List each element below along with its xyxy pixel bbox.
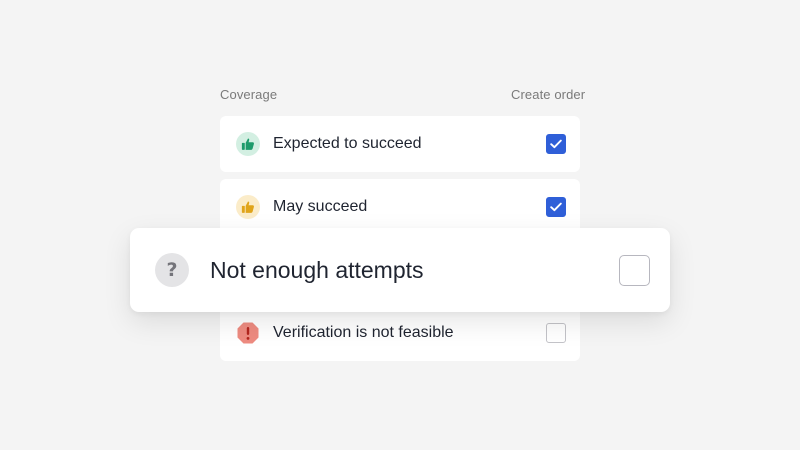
create-order-header: Create order (511, 87, 586, 102)
warning-octagon-icon (236, 321, 260, 345)
coverage-label: Not enough attempts (210, 257, 424, 283)
coverage-label: Verification is not feasible (273, 324, 454, 341)
thumbs-up-icon (236, 132, 260, 156)
coverage-row-not-enough-attempts: ? Not enough attempts (130, 228, 670, 312)
coverage-row-verification-not-feasible: Verification is not feasible (220, 305, 580, 361)
create-order-checkbox[interactable] (546, 197, 566, 217)
create-order-checkbox[interactable] (619, 255, 650, 286)
coverage-row-expected-to-succeed: Expected to succeed (220, 116, 580, 172)
create-order-checkbox[interactable] (546, 323, 566, 343)
checkmark-icon (550, 202, 562, 212)
thumbs-up-icon (236, 195, 260, 219)
coverage-label: May succeed (273, 198, 368, 215)
checkmark-icon (550, 139, 562, 149)
coverage-row-may-succeed: May succeed (220, 179, 580, 235)
coverage-label: Expected to succeed (273, 135, 422, 152)
create-order-checkbox[interactable] (546, 134, 566, 154)
coverage-header: Coverage (220, 87, 278, 102)
question-icon: ? (155, 253, 189, 287)
